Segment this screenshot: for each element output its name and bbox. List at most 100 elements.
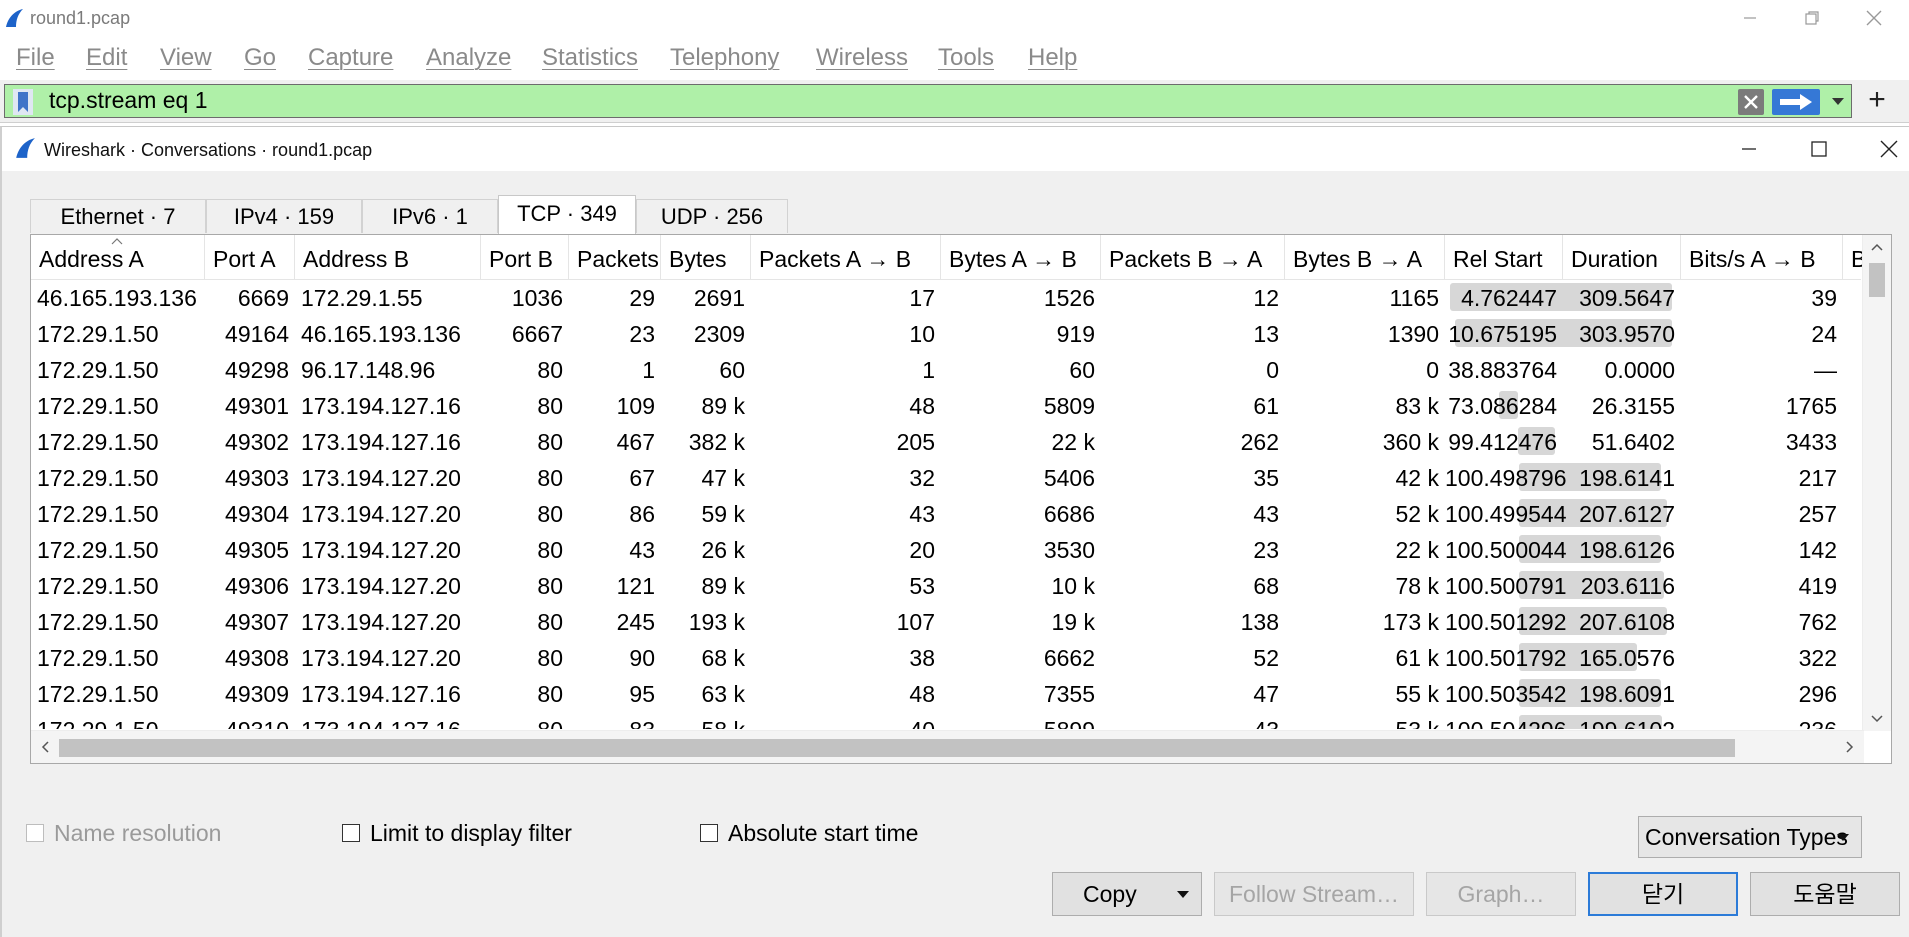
- column-port-a[interactable]: Port A: [205, 235, 295, 279]
- cell-rel-start: 100.501792: [1445, 645, 1567, 671]
- vertical-scrollbar[interactable]: [1862, 235, 1891, 731]
- table-row[interactable]: 172.29.1.50 49302 173.194.127.16 80 467 382 k…: [31, 423, 1861, 459]
- table-row[interactable]: 172.29.1.50 49307 173.194.127.20 80 245 193 k…: [31, 603, 1861, 639]
- tab-ethernet[interactable]: Ethernet · 7: [30, 199, 206, 233]
- table-row[interactable]: 172.29.1.50 49309 173.194.127.16 80 95 63 k 48…: [31, 675, 1861, 711]
- copy-label: Copy: [1083, 881, 1137, 907]
- table-row[interactable]: 172.29.1.50 49301 173.194.127.16 80 109 89 k 4…: [31, 387, 1861, 423]
- apply-filter-button[interactable]: [1772, 89, 1820, 115]
- table-row[interactable]: 172.29.1.50 49304 173.194.127.20 80 86 59 k 43…: [31, 495, 1861, 531]
- horizontal-scroll-thumb[interactable]: [59, 739, 1735, 757]
- minimize-icon: [1744, 17, 1756, 19]
- column-bits-ab[interactable]: Bits/s A → B: [1681, 235, 1843, 279]
- dialog-minimize-button[interactable]: [1714, 127, 1784, 171]
- cell-packets: 121: [616, 573, 655, 599]
- menu-go[interactable]: Go: [244, 44, 276, 72]
- column-duration[interactable]: Duration: [1563, 235, 1681, 279]
- cell-packets-ba: 138: [1240, 609, 1279, 635]
- name-resolution-checkbox[interactable]: Name resolution: [26, 817, 221, 849]
- dialog-title-bar: Wireshark · Conversations · round1.pcap: [2, 127, 1909, 171]
- table-row[interactable]: 172.29.1.50 49306 173.194.127.20 80 121 89 k 5…: [31, 567, 1861, 603]
- limit-display-filter-checkbox[interactable]: Limit to display filter: [342, 817, 572, 849]
- display-filter-input[interactable]: tcp.stream eq 1: [4, 84, 1852, 118]
- table-row[interactable]: 46.165.193.136 6669 172.29.1.55 1036 29 2691 1…: [31, 279, 1861, 315]
- column-bytes[interactable]: Bytes: [661, 235, 751, 279]
- horizontal-scrollbar[interactable]: [31, 730, 1864, 763]
- column-address-a[interactable]: Address A: [31, 235, 205, 279]
- table-row[interactable]: 172.29.1.5049310173.194.127.16808358 k40…: [31, 711, 1861, 729]
- follow-stream-button[interactable]: Follow Stream…: [1214, 872, 1414, 916]
- tab-ipv6[interactable]: IPv6 · 1: [362, 199, 498, 233]
- bookmark-icon[interactable]: [13, 89, 33, 115]
- tab-tcp[interactable]: TCP · 349: [498, 195, 636, 234]
- help-button[interactable]: 도움말: [1750, 872, 1900, 916]
- cell-packets-ba: 35: [1253, 465, 1279, 491]
- wireshark-fin-icon: [16, 138, 35, 158]
- clear-filter-button[interactable]: [1738, 89, 1764, 115]
- cell-bytes-ba: 83 k: [1395, 393, 1439, 419]
- scroll-left-button[interactable]: [31, 735, 59, 759]
- cell-bytes-ab: 5899: [941, 711, 1101, 729]
- menu-edit[interactable]: Edit: [86, 44, 127, 72]
- table-row[interactable]: 172.29.1.50 49164 46.165.193.136 6667 23 2309…: [31, 315, 1861, 351]
- tab-udp[interactable]: UDP · 256: [636, 199, 788, 233]
- cell-duration: 198.6126: [1579, 537, 1675, 563]
- scroll-up-icon: [1871, 243, 1883, 251]
- window-close-button[interactable]: [1848, 0, 1900, 36]
- menu-file[interactable]: File: [16, 44, 55, 72]
- table-row[interactable]: 172.29.1.50 49308 173.194.127.20 80 90 68 k 38…: [31, 639, 1861, 675]
- conversation-types-button[interactable]: Conversation Types: [1638, 816, 1862, 858]
- filter-history-dropdown[interactable]: [1827, 91, 1849, 113]
- minimize-button[interactable]: [1724, 0, 1776, 36]
- cell-port-b: 6667: [511, 321, 563, 347]
- cell-bytes: 60: [719, 357, 745, 383]
- cell-rel-start: 73.086284: [1448, 393, 1557, 419]
- column-packets-ab[interactable]: Packets A → B: [751, 235, 941, 279]
- display-filter-text[interactable]: tcp.stream eq 1: [49, 87, 208, 114]
- cell-address-a: 172.29.1.50: [37, 501, 159, 527]
- menu-view[interactable]: View: [160, 44, 212, 72]
- graph-button[interactable]: Graph…: [1426, 872, 1576, 916]
- column-packets-ba[interactable]: Packets B → A: [1101, 235, 1285, 279]
- absolute-start-time-checkbox[interactable]: Absolute start time: [700, 817, 918, 849]
- menu-analyze[interactable]: Analyze: [426, 44, 511, 72]
- restore-button[interactable]: [1786, 0, 1838, 36]
- menu-tools[interactable]: Tools: [938, 44, 994, 72]
- vertical-scroll-thumb[interactable]: [1869, 263, 1885, 297]
- cell-duration: 207.6108: [1579, 609, 1675, 635]
- dialog-close-button[interactable]: [1854, 127, 1909, 171]
- scroll-right-button[interactable]: [1836, 735, 1864, 759]
- menu-telephony[interactable]: Telephony: [670, 44, 779, 72]
- menu-capture[interactable]: Capture: [308, 44, 393, 72]
- cell-address-b: 173.194.127.20: [301, 465, 461, 491]
- dialog-title: Wireshark · Conversations · round1.pcap: [44, 140, 373, 160]
- menu-help[interactable]: Help: [1028, 44, 1077, 72]
- column-packets[interactable]: Packets: [569, 235, 661, 279]
- cell-bytes: 58 k: [661, 711, 751, 729]
- table-row[interactable]: 172.29.1.50 49305 173.194.127.20 80 43 26 k 20…: [31, 531, 1861, 567]
- cell-rel-start: 38.883764: [1448, 357, 1557, 383]
- close-button[interactable]: 닫기: [1588, 872, 1738, 916]
- table-row[interactable]: 172.29.1.50 49298 96.17.148.96 80 1 60 1 60 0 0 38…: [31, 351, 1861, 387]
- dialog-maximize-button[interactable]: [1784, 127, 1854, 171]
- cell-packets-ba: 43: [1101, 711, 1285, 729]
- cell-rel-start: 99.412476: [1448, 429, 1557, 455]
- column-port-b[interactable]: Port B: [481, 235, 569, 279]
- scroll-down-button[interactable]: [1863, 707, 1891, 731]
- column-bytes-ba[interactable]: Bytes B → A: [1285, 235, 1445, 279]
- column-rel-start[interactable]: Rel Start: [1445, 235, 1563, 279]
- tab-ipv4[interactable]: IPv4 · 159: [206, 199, 362, 233]
- cell-address-a: 172.29.1.50: [37, 429, 159, 455]
- cell-packets-ab: 48: [909, 393, 935, 419]
- add-filter-button[interactable]: +: [1860, 84, 1894, 118]
- menu-statistics[interactable]: Statistics: [542, 44, 638, 72]
- table-row[interactable]: 172.29.1.50 49303 173.194.127.20 80 67 47 k 32…: [31, 459, 1861, 495]
- column-address-b[interactable]: Address B: [295, 235, 481, 279]
- scroll-up-button[interactable]: [1863, 235, 1891, 259]
- cell-bytes-ab: 60: [1069, 357, 1095, 383]
- cell-bytes-ba: 1390: [1387, 321, 1439, 347]
- cell-packets-ba: 43: [1253, 501, 1279, 527]
- column-bytes-ab[interactable]: Bytes A → B: [941, 235, 1101, 279]
- menu-wireless[interactable]: Wireless: [816, 44, 908, 72]
- copy-button[interactable]: Copy: [1052, 872, 1202, 916]
